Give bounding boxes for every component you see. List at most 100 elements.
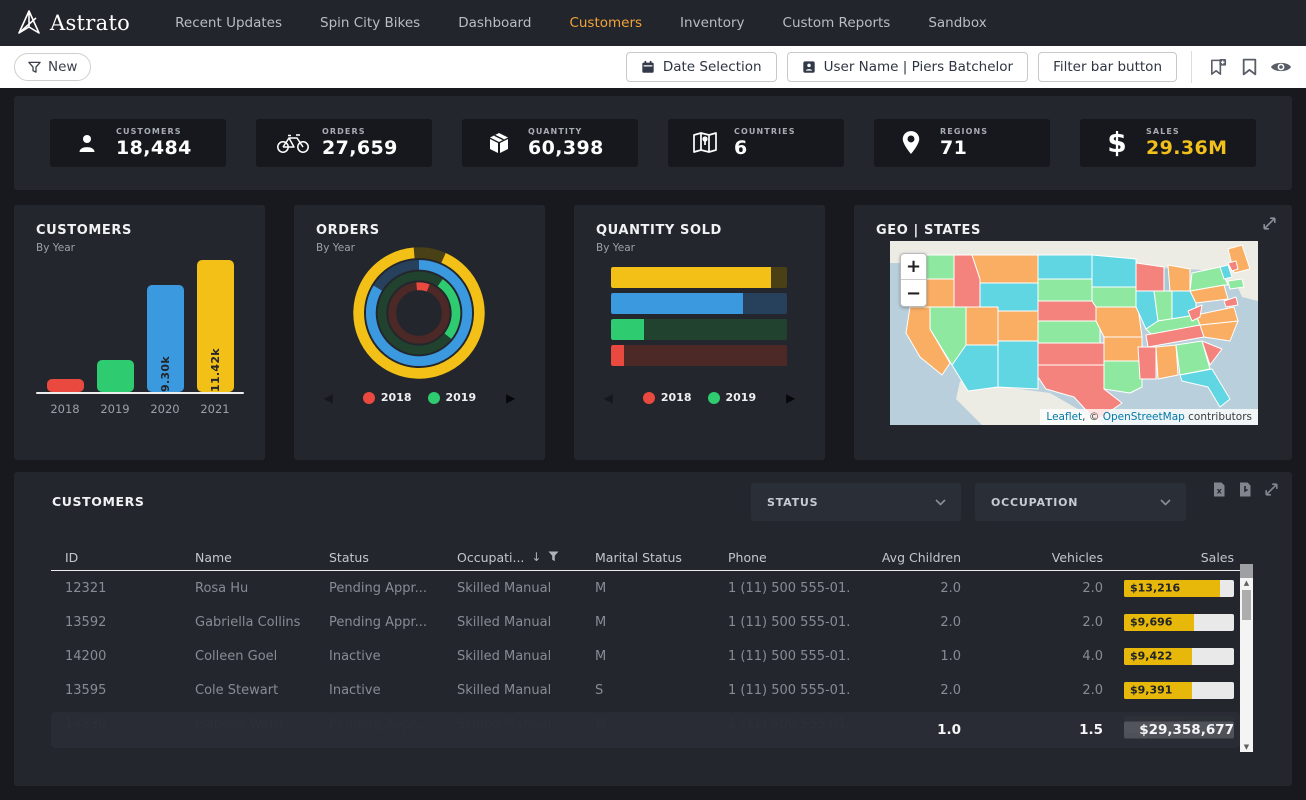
expand-icon[interactable] [1263,481,1280,502]
kpi-label: ORDERS [322,127,398,136]
column-header-vehicles[interactable]: Vehicles [967,550,1109,565]
legend-item-2019[interactable]: 2019 [428,391,477,404]
legend-next-arrow[interactable]: ▶ [506,392,515,404]
column-label: Name [195,550,232,565]
status-filter-label: STATUS [767,496,818,509]
column-header-name[interactable]: Name [181,550,315,565]
legend-prev-arrow[interactable]: ◀ [604,392,613,404]
legend-item-2018[interactable]: 2018 [363,391,412,404]
nav-item-custom-reports[interactable]: Custom Reports [764,15,910,31]
date-selection-label: Date Selection [663,59,762,75]
bar-2020: 9.30k [147,285,184,392]
legend-item-2019[interactable]: 2019 [708,391,757,404]
zoom-in-button[interactable]: + [901,254,926,280]
column-header-occupati-[interactable]: Occupati...↓ [443,550,581,565]
kpi-tile-orders: ORDERS27,659 [256,119,432,167]
eye-icon[interactable] [1270,56,1292,78]
hbar-2018 [611,345,787,366]
scrollbar-track[interactable]: ▲ ▼ [1240,578,1253,752]
x-axis-ticks: 2018201920202021 [42,402,238,416]
totals-sales-cell: $29,358,677 [1109,722,1240,738]
legend-prev-arrow[interactable]: ◀ [324,392,333,404]
cell-occupation: Skilled Manual [443,649,581,664]
table-row[interactable]: 13595Cole StewartInactiveSkilled ManualS… [51,673,1240,707]
column-filter-icon[interactable] [548,550,559,565]
us-states-map[interactable]: + − Leaflet, © OpenStreetMap contributor… [890,241,1258,425]
export-excel-icon[interactable]: x [1211,481,1227,502]
table-row[interactable]: 13592Gabriella CollinsPending Appr...Ski… [51,605,1240,639]
quantity-legend: ◀ 2018 2019 ▶ [574,391,825,404]
cell-vehicles: 2.0 [967,615,1109,630]
cell-name: Gabriella Collins [181,615,315,630]
column-header-marital-status[interactable]: Marital Status [581,550,714,565]
legend-next-arrow[interactable]: ▶ [786,392,795,404]
bar-2019 [97,360,134,392]
hbar-2019 [611,319,787,340]
orders-chart-card: ORDERS By Year ◀20182019▶ [294,205,545,460]
nav-item-inventory[interactable]: Inventory [661,15,763,31]
kpi-tile-quantity: QUANTITY60,398 [462,119,638,167]
expand-icon[interactable] [1261,215,1278,236]
bar-value-label: 11.42k [209,267,222,392]
legend-dot [363,392,375,404]
column-header-phone[interactable]: Phone [714,550,850,565]
legend-label: 2019 [726,391,757,404]
bar-value-label: 9.30k [159,292,172,392]
sales-bar: $9,422 [1124,648,1234,665]
column-label: Status [329,550,369,565]
cell-phone: 1 (11) 500 555-01... [714,581,850,596]
legend-item-2018[interactable]: 2018 [643,391,692,404]
column-header-sales[interactable]: Sales [1109,550,1240,565]
astrato-logo[interactable]: Astrato [16,9,130,37]
scrollbar-thumb[interactable] [1242,590,1251,620]
quantity-bar-chart [611,267,787,366]
sort-desc-icon[interactable]: ↓ [531,550,541,564]
cell-avg_children: 2.0 [850,615,967,630]
date-selection-button[interactable]: Date Selection [626,52,777,82]
table-row[interactable]: 14200Colleen GoelInactiveSkilled ManualM… [51,639,1240,673]
column-label: Marital Status [595,550,682,565]
scroll-down-arrow[interactable]: ▼ [1244,742,1249,752]
leaflet-link[interactable]: Leaflet [1046,411,1082,423]
cell-id: 13592 [51,615,181,630]
cell-occupation: Skilled Manual [443,683,581,698]
table-header-row: ID Name Status Occupati...↓ Marital Status Ph… [51,544,1240,570]
nav-item-customers[interactable]: Customers [550,15,661,31]
bar-2018 [47,379,84,392]
dashboard-content: CUSTOMERS18,484ORDERS27,659QUANTITY60,39… [0,88,1306,800]
bookmark-add-icon[interactable] [1206,56,1228,78]
column-header-id[interactable]: ID [51,550,181,565]
scroll-up-arrow[interactable]: ▲ [1244,578,1249,588]
occupation-filter-dropdown[interactable]: OCCUPATION [975,483,1186,521]
x-tick-2019: 2019 [97,402,134,416]
bookmark-icon[interactable] [1238,56,1260,78]
toolbar-right: Date Selection User Name | Piers Batchel… [626,51,1292,83]
nav-item-spin-city-bikes[interactable]: Spin City Bikes [301,15,439,31]
hbar-fill-2020 [611,293,743,314]
sales-value: $9,391 [1130,684,1172,697]
chevron-down-icon [935,499,946,506]
map-icon [688,131,722,155]
svg-text:$: $ [1107,128,1126,158]
sales-bar: $13,216 [1124,580,1234,597]
column-header-avg-children[interactable]: Avg Children [850,550,967,565]
attribution-suffix: contributors [1185,411,1252,423]
user-name-button[interactable]: User Name | Piers Batchelor [787,52,1028,82]
cell-marital: M [581,581,714,596]
sales-value: $9,422 [1130,650,1172,663]
kpi-band: CUSTOMERS18,484ORDERS27,659QUANTITY60,39… [14,96,1292,190]
table-scrollbar[interactable]: ▲ ▼ [1240,564,1253,752]
nav-item-recent-updates[interactable]: Recent Updates [156,15,301,31]
nav-item-sandbox[interactable]: Sandbox [909,15,1005,31]
column-header-status[interactable]: Status [315,550,443,565]
new-filter-button[interactable]: New [14,53,91,81]
cell-avg_children: 2.0 [850,581,967,596]
table-row[interactable]: 12321Rosa HuPending Appr...Skilled Manua… [51,571,1240,605]
zoom-out-button[interactable]: − [901,280,926,306]
nav-item-dashboard[interactable]: Dashboard [439,15,550,31]
filter-bar-button[interactable]: Filter bar button [1038,52,1177,82]
kpi-value: 29.36M [1146,137,1227,159]
export-file-icon[interactable] [1237,481,1253,502]
openstreetmap-link[interactable]: OpenStreetMap [1103,411,1185,423]
status-filter-dropdown[interactable]: STATUS [751,483,961,521]
